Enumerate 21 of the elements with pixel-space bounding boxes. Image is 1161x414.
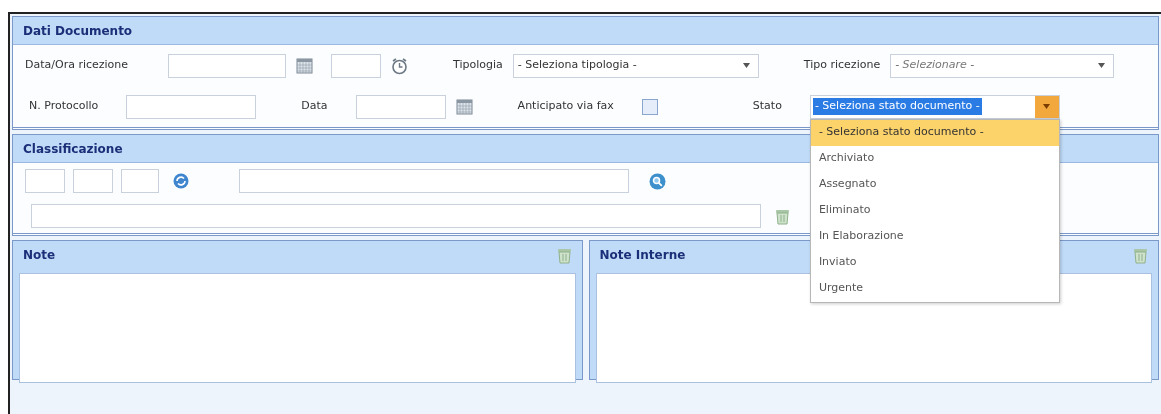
dropdown-option[interactable]: Assegnato — [810, 171, 1059, 198]
dropdown-option[interactable]: Urgente — [810, 275, 1059, 302]
field-label: Tipo ricezione — [803, 57, 881, 74]
dropdown-option[interactable]: Inviato — [810, 249, 1059, 276]
panel-title: Dati Documento — [23, 22, 133, 40]
field-label: Data — [301, 98, 328, 115]
field-label: Tipologia — [453, 57, 503, 74]
field-label: Stato — [752, 98, 782, 115]
field-label: Data/Ora ricezione — [25, 57, 129, 74]
dropdown-option[interactable]: - Seleziona stato documento - — [810, 119, 1059, 146]
field-label: Anticipato via fax — [517, 98, 614, 115]
dropdown-option[interactable]: In Elaborazione — [810, 223, 1059, 250]
panel-title: Classificazione — [23, 140, 123, 158]
dropdown-option[interactable]: Eliminato — [810, 197, 1059, 224]
field-label: N. Protocollo — [29, 98, 99, 115]
panel-title: Note — [23, 247, 56, 264]
panel-title: Note Interne — [599, 247, 686, 264]
dropdown-field[interactable]: - Selezionare - — [890, 53, 1115, 78]
dropdown-option[interactable]: Archiviato — [810, 145, 1059, 172]
dropdown-field[interactable]: - Seleziona tipologia - — [512, 53, 759, 78]
dropdown-field[interactable]: - Seleziona stato documento - — [809, 94, 1060, 119]
